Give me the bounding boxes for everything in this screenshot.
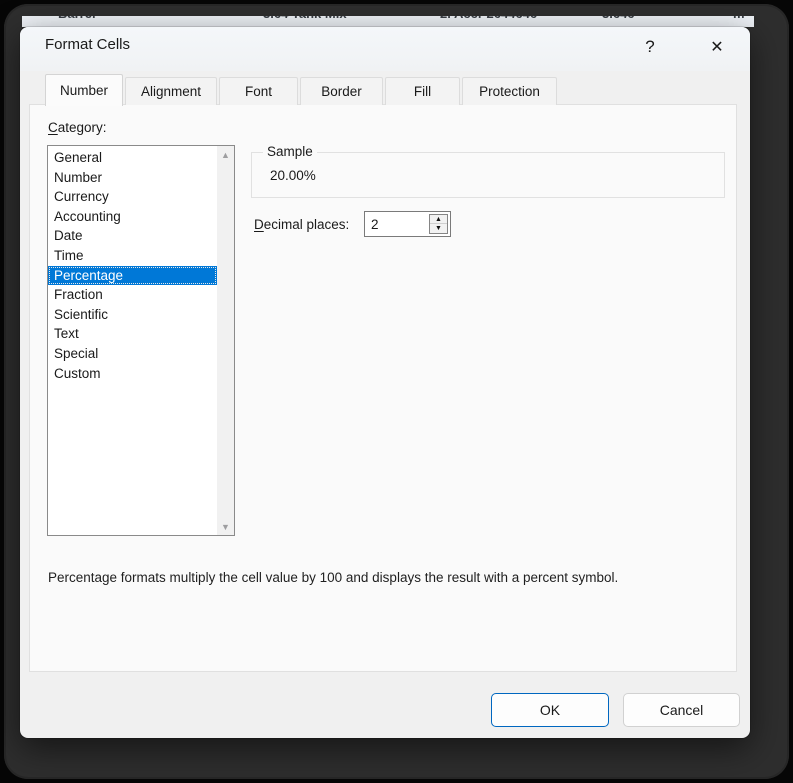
spreadsheet-cell-fragment: 2. Acer 2644646	[440, 16, 537, 21]
category-item-general[interactable]: General	[48, 148, 217, 168]
number-tab-page: Category: General Number Currency Accoun…	[29, 104, 737, 672]
category-label: Category:	[48, 120, 107, 135]
decimal-places-input[interactable]	[365, 212, 427, 236]
decimal-places-label: Decimal places:	[254, 217, 349, 232]
sample-value: 20.00%	[270, 168, 316, 183]
tab-number[interactable]: Number	[45, 74, 123, 106]
tab-font[interactable]: Font	[219, 77, 298, 105]
category-mnemonic: C	[48, 120, 58, 135]
category-listbox: General Number Currency Accounting Date …	[47, 145, 235, 536]
listbox-scrollbar[interactable]: ▲ ▼	[217, 146, 234, 535]
tab-border[interactable]: Border	[300, 77, 383, 105]
sample-groupbox: Sample 20.00%	[251, 144, 725, 198]
format-cells-dialog: Format Cells ? ✕ Number Alignment Font B…	[20, 27, 750, 738]
spreadsheet-cell-fragment: m	[733, 16, 745, 21]
ok-button[interactable]: OK	[491, 693, 609, 727]
category-item-time[interactable]: Time	[48, 246, 217, 266]
tab-alignment[interactable]: Alignment	[125, 77, 217, 105]
decimal-mnemonic: D	[254, 217, 264, 232]
format-description-text: Percentage formats multiply the cell val…	[48, 570, 619, 585]
sample-groupbox-label: Sample	[263, 144, 317, 159]
close-icon[interactable]: ✕	[701, 31, 733, 63]
category-list: General Number Currency Accounting Date …	[48, 148, 217, 383]
scroll-down-icon[interactable]: ▼	[217, 518, 234, 535]
spinner-buttons: ▲ ▼	[429, 214, 448, 234]
spreadsheet-cell-fragment: 3.64 Tank Mix	[263, 16, 347, 21]
spreadsheet-cell-fragment: 3.646	[602, 16, 635, 21]
category-item-date[interactable]: Date	[48, 226, 217, 246]
category-item-currency[interactable]: Currency	[48, 187, 217, 207]
cancel-button[interactable]: Cancel	[623, 693, 740, 727]
category-item-scientific[interactable]: Scientific	[48, 305, 217, 325]
category-item-percentage[interactable]: Percentage	[48, 265, 217, 286]
category-item-custom[interactable]: Custom	[48, 364, 217, 384]
category-item-fraction[interactable]: Fraction	[48, 285, 217, 305]
tab-protection[interactable]: Protection	[462, 77, 557, 105]
decimal-places-spinner: ▲ ▼	[364, 211, 451, 237]
tab-strip: Number Alignment Font Border Fill Protec…	[45, 73, 557, 106]
category-label-rest: ategory:	[57, 120, 107, 135]
help-icon[interactable]: ?	[634, 31, 666, 63]
dialog-title: Format Cells	[45, 36, 131, 53]
tab-fill[interactable]: Fill	[385, 77, 460, 105]
category-item-special[interactable]: Special	[48, 344, 217, 364]
decimal-label-rest: ecimal places:	[263, 217, 350, 232]
spinner-up-icon[interactable]: ▲	[430, 215, 447, 224]
category-item-accounting[interactable]: Accounting	[48, 207, 217, 227]
category-item-text[interactable]: Text	[48, 324, 217, 344]
scroll-up-icon[interactable]: ▲	[217, 146, 234, 163]
spreadsheet-row-sliver: Barrel 3.64 Tank Mix 2. Acer 2644646 3.6…	[22, 16, 754, 27]
dialog-titlebar[interactable]: Format Cells ? ✕	[20, 27, 750, 71]
category-item-number[interactable]: Number	[48, 168, 217, 188]
spinner-down-icon[interactable]: ▼	[430, 224, 447, 233]
spreadsheet-cell-fragment: Barrel	[58, 16, 96, 21]
